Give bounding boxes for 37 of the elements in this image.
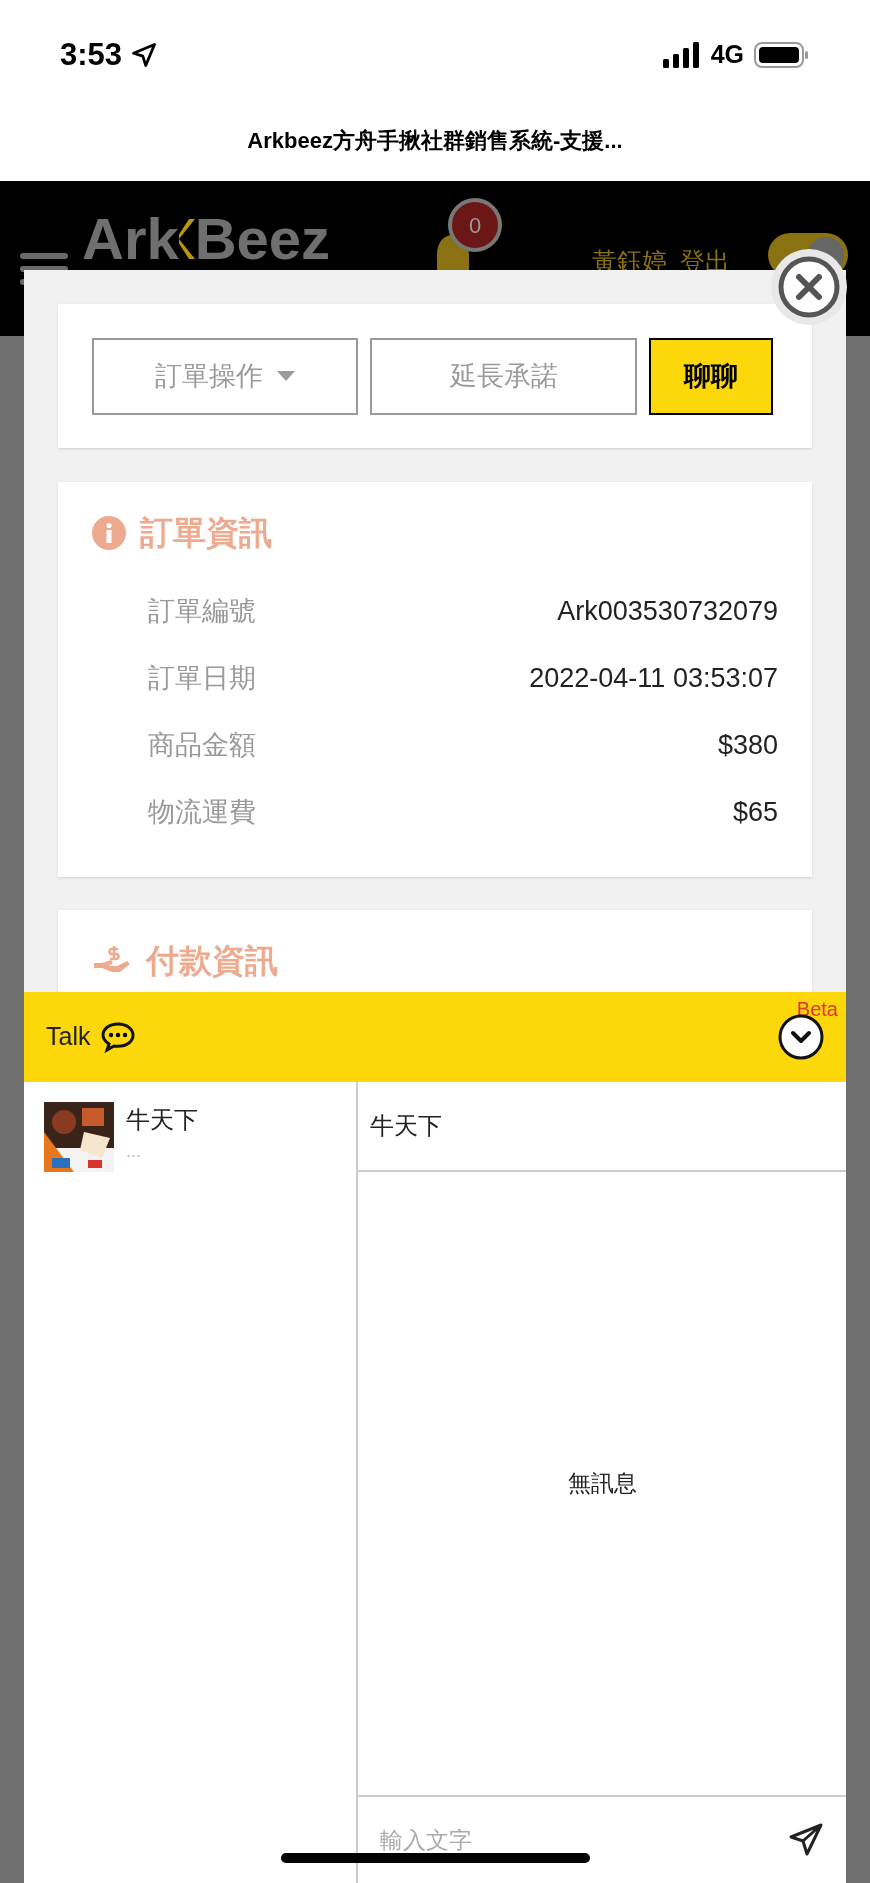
empty-message: 無訊息 [567,1469,637,1499]
message-input[interactable]: 輸入文字 [380,1822,780,1858]
location-arrow-icon [130,41,159,69]
contact-name: 牛天下 [126,1105,198,1135]
send-icon[interactable] [788,1822,824,1858]
field-value: Ark003530732079 [557,595,778,629]
close-icon[interactable] [770,248,848,326]
action-button[interactable]: 延長承諾 [370,337,637,415]
beta-label: Beta [796,997,838,1022]
section-heading: 付款資訊 [146,941,278,982]
action-button[interactable]: 聊聊 [649,337,773,415]
field-label: 訂單日期 [148,662,256,696]
field-label: 訂單編號 [148,595,256,629]
field-value: 2022-04-11 03:53:07 [529,662,778,696]
chat-title: Talk [46,1021,91,1053]
collapse-icon[interactable] [778,1014,824,1060]
page-title: Arkbeez方舟手揪社群銷售系統-支援... [247,127,623,155]
logo-text: Ark [82,209,179,268]
field-value: $65 [732,796,778,830]
battery-icon [754,41,810,69]
conversation-item[interactable]: 牛天下 ... [24,1082,356,1192]
chat-contact-title: 牛天下 [370,1111,442,1141]
message-preview: ... [126,1140,142,1163]
chevron-icon [178,218,195,259]
info-icon [92,516,126,550]
network-label: 4G [710,39,744,71]
logo-text: Beez [194,209,331,268]
chat-bubble-icon [100,1021,137,1053]
notification-badge: 0 [448,198,502,252]
field-label: 物流運費 [148,796,256,830]
field-value: $380 [717,729,778,763]
section-heading: 訂單資訊 [140,513,272,554]
signal-icon [662,42,701,68]
status-time: 3:53 [60,35,123,74]
field-label: 商品金額 [148,729,256,763]
dropdown-button[interactable]: 訂單操作 [92,337,358,415]
caret-icon [277,371,295,381]
